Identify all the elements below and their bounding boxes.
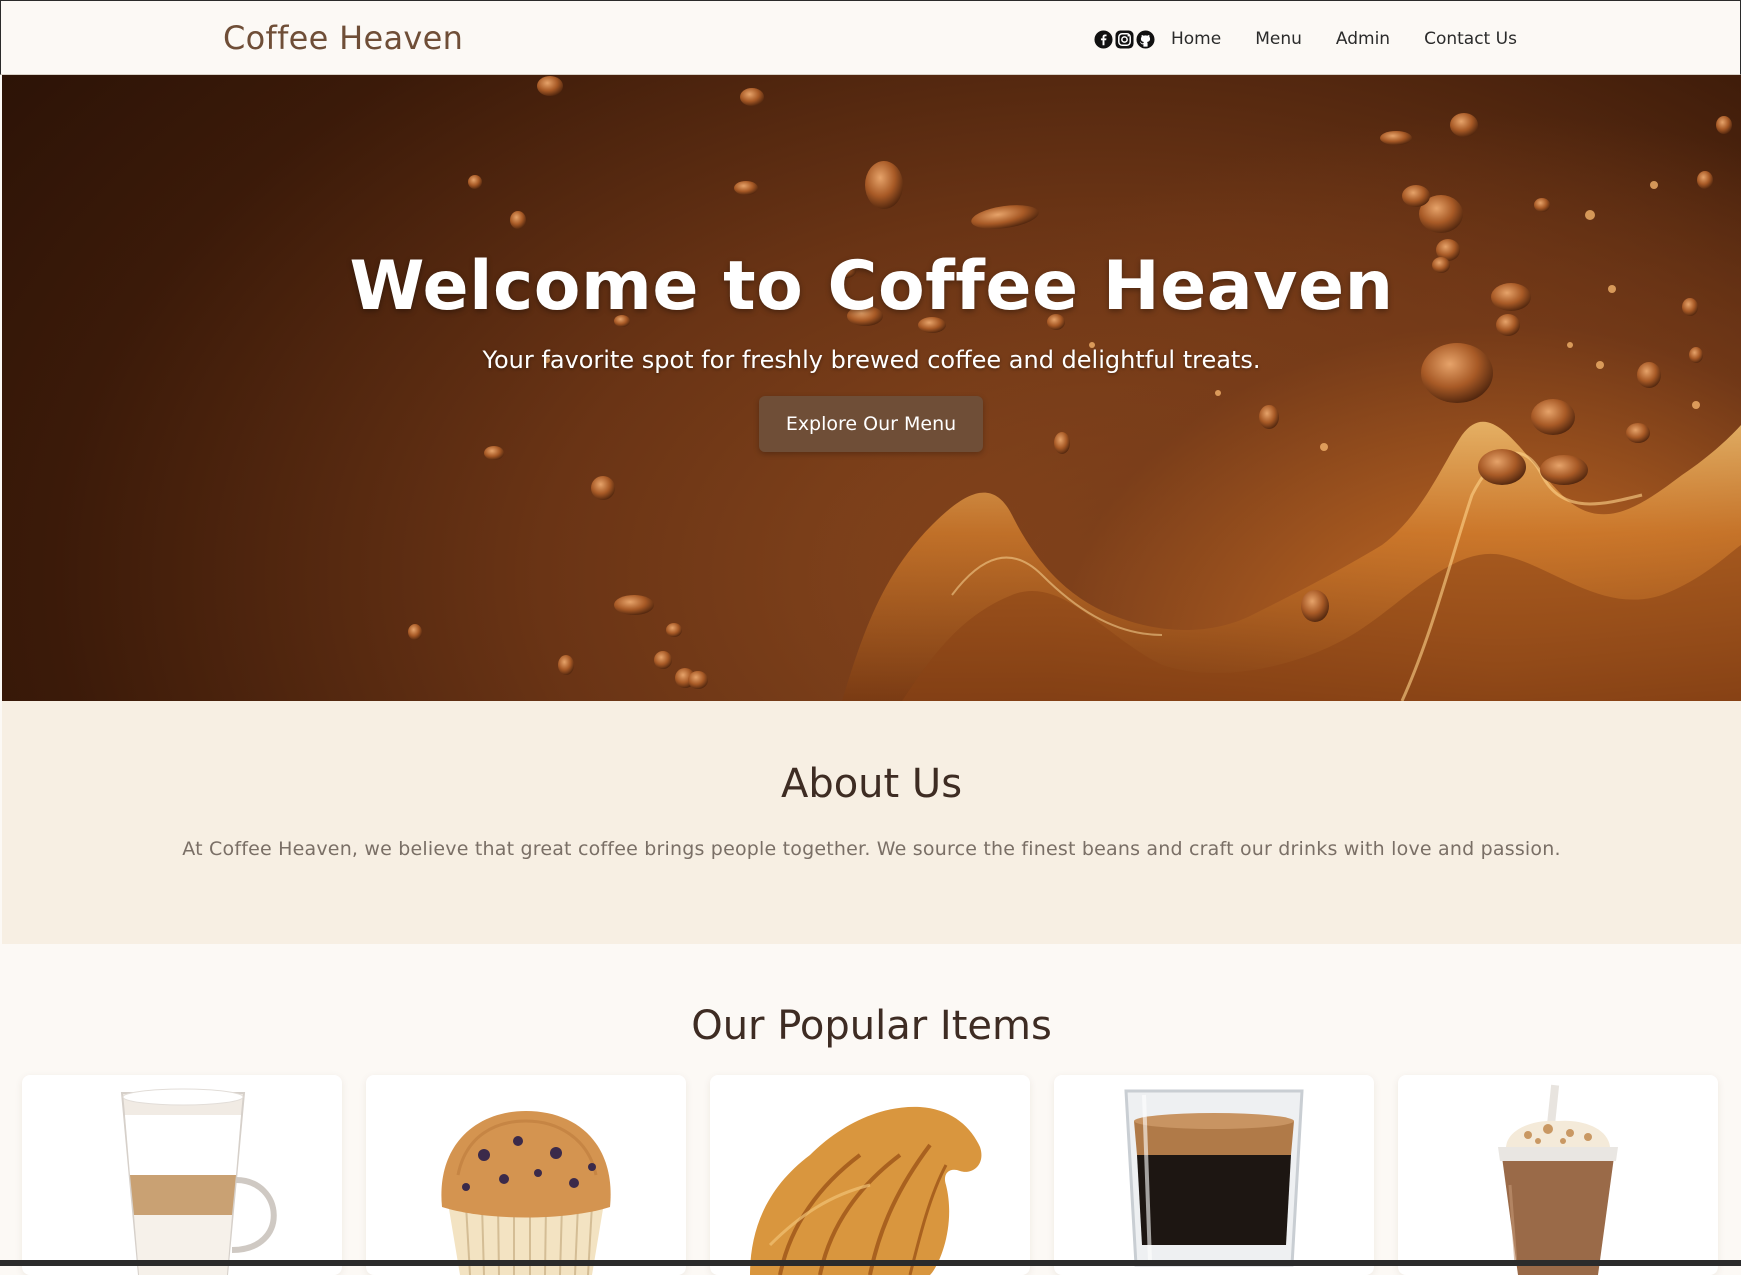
nav-link-contact-us[interactable]: Contact Us: [1424, 29, 1517, 49]
facebook-icon[interactable]: [1094, 30, 1113, 49]
about-section: About Us At Coffee Heaven, we believe th…: [2, 701, 1741, 944]
social-icons: [1094, 30, 1155, 49]
latte-image: [120, 1088, 277, 1275]
explore-menu-button[interactable]: Explore Our Menu: [759, 396, 983, 452]
navbar: Coffee Heaven Home Menu Admin Contact Us: [0, 0, 1741, 75]
hero-title: Welcome to Coffee Heaven: [349, 247, 1394, 326]
about-title: About Us: [780, 761, 963, 807]
product-card-iced-frappe[interactable]: [1398, 1075, 1718, 1275]
coffee-splash-background: [408, 76, 1741, 701]
brand-logo[interactable]: Coffee Heaven: [223, 19, 463, 57]
nav-link-admin[interactable]: Admin: [1336, 29, 1390, 49]
about-text: At Coffee Heaven, we believe that great …: [182, 838, 1561, 860]
hero-section: Welcome to Coffee Heaven Your favorite s…: [2, 75, 1741, 701]
hero-subtitle: Your favorite spot for freshly brewed co…: [482, 346, 1261, 374]
product-card-croissant[interactable]: [710, 1075, 1030, 1275]
nav-link-menu[interactable]: Menu: [1255, 29, 1302, 49]
product-card-espresso[interactable]: [1054, 1075, 1374, 1275]
popular-items-title: Our Popular Items: [691, 1003, 1052, 1049]
popular-items-section: Our Popular Items: [2, 944, 1741, 1275]
window-bottom-edge: [0, 1260, 1741, 1266]
espresso-image: [1124, 1089, 1304, 1267]
github-icon[interactable]: [1136, 30, 1155, 49]
croissant-image: [750, 1106, 982, 1275]
nav-links: Home Menu Admin Contact Us: [1171, 29, 1517, 49]
product-card-muffin[interactable]: [366, 1075, 686, 1275]
blueberry-muffin-image: [441, 1111, 611, 1275]
instagram-icon[interactable]: [1115, 30, 1134, 49]
popular-items-cards: [22, 1075, 1718, 1275]
iced-frappe-image: [1498, 1084, 1618, 1275]
nav-link-home[interactable]: Home: [1171, 29, 1221, 49]
product-card-latte[interactable]: [22, 1075, 342, 1275]
